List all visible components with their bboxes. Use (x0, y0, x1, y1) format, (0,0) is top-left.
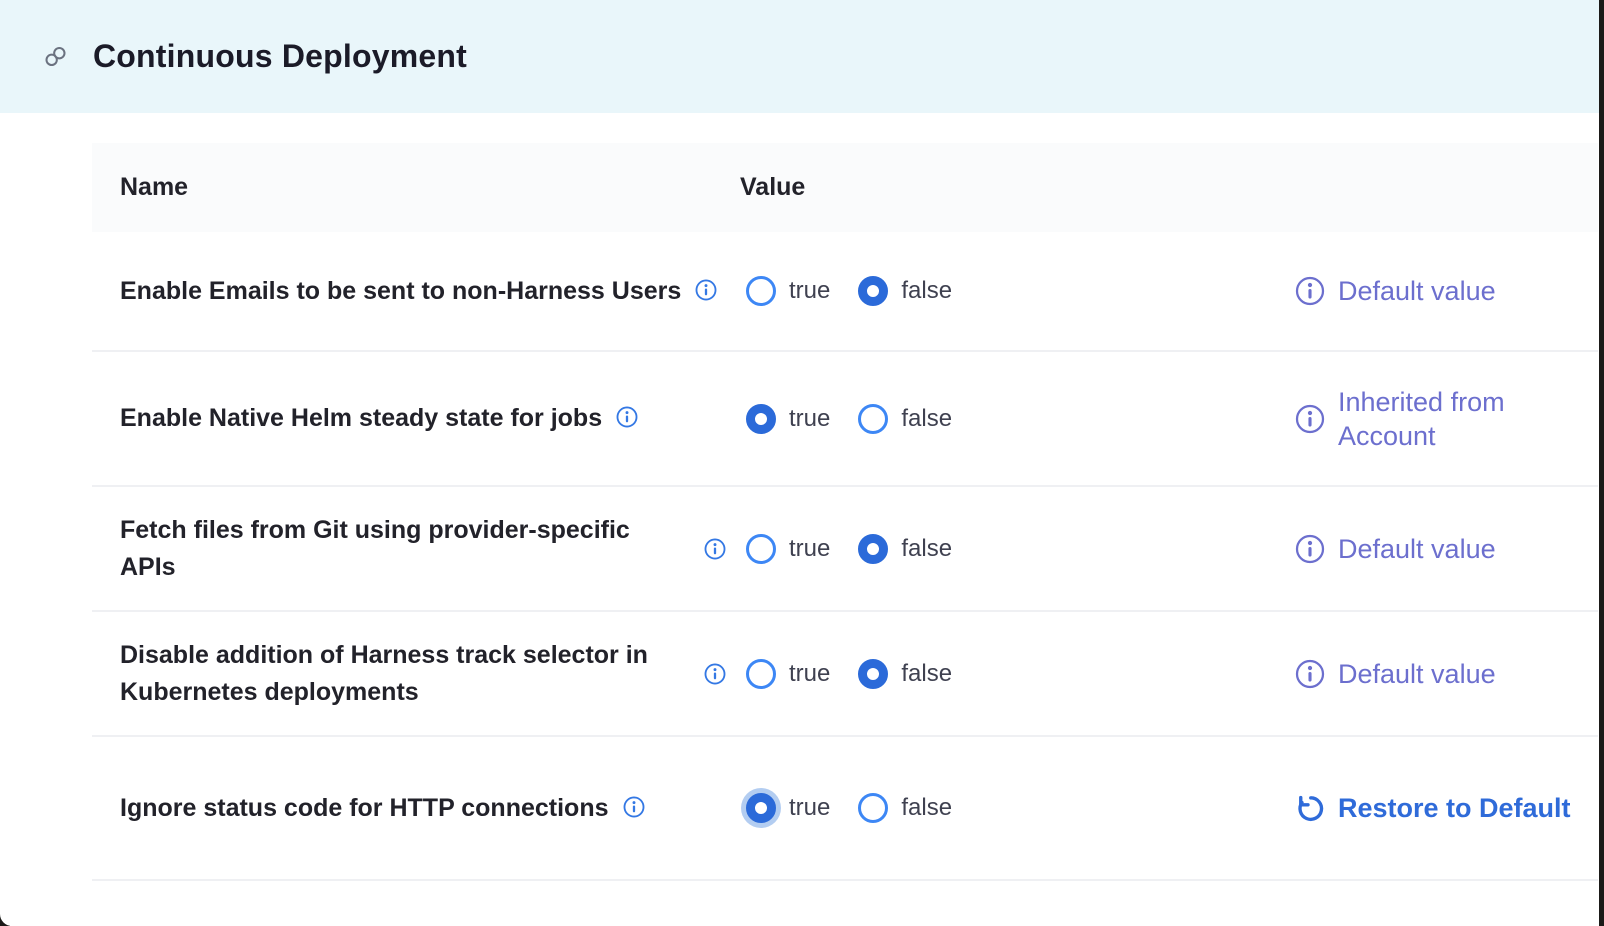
setting-label: Enable Native Helm steady state for jobs (120, 404, 602, 432)
setting-label: Ignore status code for HTTP connections (120, 794, 609, 822)
setting-row: Enable Emails to be sent to non-Harness … (92, 232, 1598, 352)
setting-value-cell: true false (704, 232, 980, 350)
corner-mask (0, 902, 24, 926)
value-icon-slot (704, 538, 746, 560)
radio-option-true[interactable]: true (746, 276, 830, 306)
section-header: Continuous Deployment (0, 0, 1604, 113)
status-label: Default value (1338, 274, 1496, 308)
setting-name-cell: Fetch files from Git using provider-spec… (120, 512, 665, 586)
radio-circle-false[interactable] (858, 276, 888, 306)
setting-value-cell: true false (704, 352, 980, 485)
column-header-value: Value (740, 173, 805, 202)
setting-name-cell: Enable Emails to be sent to non-Harness … (120, 273, 770, 310)
radio-label-true: true (789, 405, 830, 433)
value-icon-slot (704, 663, 746, 685)
setting-label: Fetch files from Git using provider-spec… (120, 516, 630, 581)
radio-circle-false[interactable] (858, 659, 888, 689)
info-icon[interactable] (1295, 404, 1325, 434)
setting-row: Ignore status code for HTTP connections … (92, 737, 1598, 881)
radio-option-true[interactable]: true (746, 793, 830, 823)
setting-value-cell: true false (704, 487, 980, 610)
radio-label-false: false (901, 535, 952, 563)
column-header-name: Name (120, 173, 188, 202)
radio-option-true[interactable]: true (746, 659, 830, 689)
page-title: Continuous Deployment (93, 38, 467, 75)
setting-value-cell: true false (704, 612, 980, 735)
table-header-row: Name Value (92, 143, 1598, 232)
info-icon[interactable] (704, 663, 726, 685)
setting-row: Enable Native Helm steady state for jobs… (92, 352, 1598, 487)
radio-option-false[interactable]: false (858, 659, 952, 689)
radio-circle-true[interactable] (746, 793, 776, 823)
link-icon[interactable] (44, 45, 67, 68)
radio-circle-false[interactable] (858, 404, 888, 434)
radio-label-true: true (789, 660, 830, 688)
info-icon[interactable] (1295, 534, 1325, 564)
radio-circle-true[interactable] (746, 534, 776, 564)
info-icon[interactable] (1295, 276, 1325, 306)
radio-circle-true[interactable] (746, 404, 776, 434)
setting-row: Disable addition of Harness track select… (92, 612, 1598, 737)
radio-label-true: true (789, 794, 830, 822)
setting-status: Default value (1295, 487, 1496, 610)
setting-name-cell: Disable addition of Harness track select… (120, 637, 665, 711)
setting-row: Fetch files from Git using provider-spec… (92, 487, 1598, 612)
setting-status: Default value (1295, 232, 1496, 350)
setting-name-cell: Ignore status code for HTTP connections (120, 790, 770, 827)
status-label: Inherited from Account (1338, 385, 1553, 453)
info-icon[interactable] (704, 538, 726, 560)
setting-name-cell: Enable Native Helm steady state for jobs (120, 400, 770, 437)
status-label: Default value (1338, 657, 1496, 691)
settings-rows: Enable Emails to be sent to non-Harness … (92, 232, 1598, 881)
radio-circle-false[interactable] (858, 534, 888, 564)
radio-label-false: false (901, 405, 952, 433)
radio-option-true[interactable]: true (746, 404, 830, 434)
radio-option-false[interactable]: false (858, 534, 952, 564)
status-label: Default value (1338, 532, 1496, 566)
status-label[interactable]: Restore to Default (1338, 791, 1571, 825)
screen-edge-artifact (1599, 0, 1604, 926)
radio-label-true: true (789, 277, 830, 305)
setting-status: Inherited from Account (1295, 352, 1553, 485)
info-icon[interactable] (616, 406, 638, 428)
setting-status: Default value (1295, 612, 1496, 735)
radio-label-false: false (901, 794, 952, 822)
restore-icon[interactable] (1295, 793, 1325, 823)
restore-to-default-button[interactable]: Restore to Default (1295, 737, 1571, 879)
setting-label: Enable Emails to be sent to non-Harness … (120, 277, 681, 305)
radio-label-true: true (789, 535, 830, 563)
radio-option-false[interactable]: false (858, 793, 952, 823)
radio-circle-false[interactable] (858, 793, 888, 823)
settings-table: Name Value Enable Emails to be sent to n… (92, 143, 1598, 881)
info-icon[interactable] (1295, 659, 1325, 689)
radio-option-false[interactable]: false (858, 276, 952, 306)
setting-value-cell: true false (704, 737, 980, 879)
info-icon[interactable] (623, 796, 645, 818)
radio-option-true[interactable]: true (746, 534, 830, 564)
radio-label-false: false (901, 660, 952, 688)
radio-circle-true[interactable] (746, 276, 776, 306)
radio-circle-true[interactable] (746, 659, 776, 689)
radio-option-false[interactable]: false (858, 404, 952, 434)
setting-label: Disable addition of Harness track select… (120, 641, 648, 706)
radio-label-false: false (901, 277, 952, 305)
